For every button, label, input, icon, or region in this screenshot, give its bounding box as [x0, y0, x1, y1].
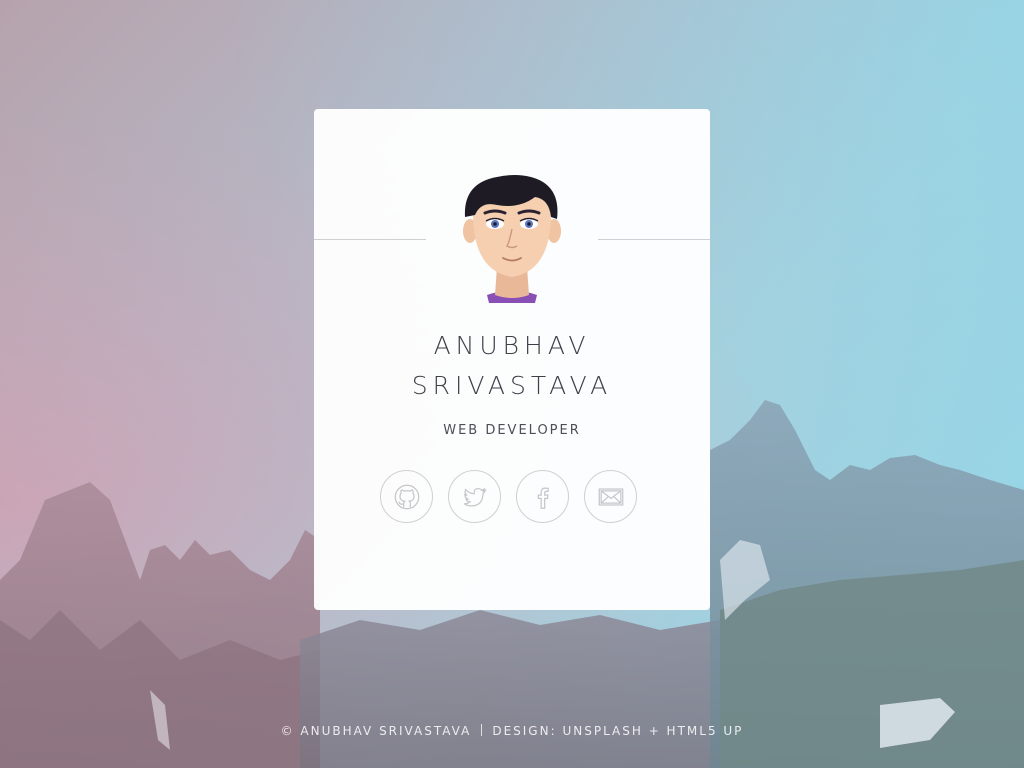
- github-icon: [394, 484, 419, 509]
- github-link[interactable]: [380, 470, 433, 523]
- profile-last-name: SRIVASTAVA: [411, 371, 613, 400]
- twitter-icon: [463, 487, 487, 507]
- footer-design-label: DESIGN:: [492, 724, 557, 738]
- email-link[interactable]: [584, 470, 637, 523]
- facebook-icon: [537, 486, 549, 509]
- facebook-link[interactable]: [516, 470, 569, 523]
- divider-line: [598, 239, 710, 240]
- profile-role: WEB DEVELOPER: [443, 423, 581, 438]
- profile-first-name: ANUBHAV: [433, 331, 591, 360]
- footer-separator: [481, 724, 483, 736]
- profile-name: ANUBHAV SRIVASTAVA: [314, 326, 710, 406]
- footer: © ANUBHAV SRIVASTAVA DESIGN: UNSPLASH + H…: [0, 724, 1024, 738]
- footer-design-link[interactable]: UNSPLASH + HTML5 UP: [562, 724, 743, 738]
- profile-card: ANUBHAV SRIVASTAVA WEB DEVELOPER: [314, 109, 710, 610]
- twitter-link[interactable]: [448, 470, 501, 523]
- envelope-icon: [598, 487, 623, 506]
- avatar: [463, 175, 561, 303]
- social-links: [380, 470, 637, 523]
- footer-copyright: © ANUBHAV SRIVASTAVA: [280, 724, 472, 738]
- divider-line: [314, 239, 426, 240]
